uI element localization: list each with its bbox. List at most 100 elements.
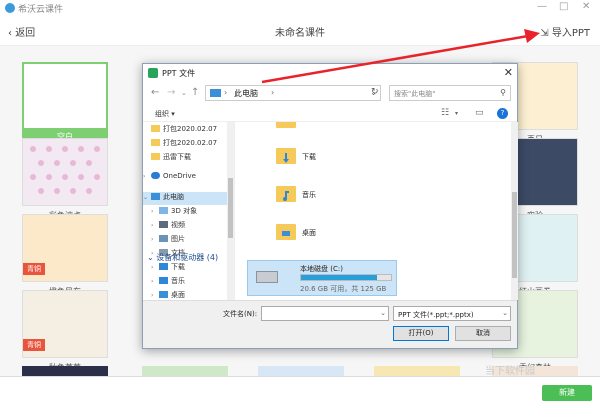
folder-item-desktop[interactable]: 桌面	[276, 220, 366, 250]
address-bar-row: ← → ⌄ ↑ › 此电脑 › ⌄ ↻ 搜索"此电脑" ⚲	[143, 84, 517, 104]
chevron-down-icon[interactable]: ▾	[455, 110, 458, 117]
refresh-icon[interactable]: ↻	[371, 87, 379, 97]
downloads-folder-icon	[276, 148, 296, 164]
nav-item[interactable]: 迅雷下载	[143, 152, 229, 165]
open-file-dialog: PPT 文件 ✕ ← → ⌄ ↑ › 此电脑 › ⌄ ↻ 搜索"此电脑" ⚲ 组…	[142, 63, 518, 349]
bottom-bar: 新建	[0, 376, 600, 407]
navigation-pane: 打包2020.02.07 打包2020.02.07 迅雷下载 › OneDrive…	[143, 122, 235, 300]
import-ppt-button[interactable]: ⇲ 导入PPT	[540, 24, 590, 39]
drive-item-c[interactable]: 本地磁盘 (C:) 20.6 GB 可用，共 125 GB	[247, 260, 397, 296]
nav-item-this-pc[interactable]: ⌄ 此电脑	[143, 192, 229, 205]
nav-item[interactable]: › 音乐	[151, 276, 234, 289]
import-label: 导入PPT	[551, 28, 590, 39]
template-thumb	[22, 62, 108, 130]
back-arrow-icon[interactable]: ←	[151, 87, 159, 98]
template-thumb-partial	[258, 366, 344, 376]
computer-icon	[210, 89, 221, 97]
filename-input[interactable]: ⌄	[261, 306, 389, 321]
search-icon: ⚲	[500, 88, 506, 97]
chevron-down-icon[interactable]: ⌄	[380, 309, 386, 317]
template-card[interactable]: 青铜 秋色芦苇	[22, 290, 108, 372]
devices-section-header[interactable]: ⌄ 设备和驱动器 (4)	[147, 252, 218, 263]
template-thumb-partial	[142, 366, 228, 376]
folder-item-downloads[interactable]: 下载	[276, 144, 366, 174]
template-card-blank[interactable]: 空白	[22, 62, 108, 144]
download-arrow-icon	[283, 153, 289, 163]
nav-scrollbar[interactable]	[227, 122, 234, 300]
polka-dot-pattern-icon	[30, 146, 100, 194]
template-card[interactable]: 青铜 橙色风车	[22, 214, 108, 296]
video-icon	[159, 221, 168, 228]
template-thumb-partial	[22, 366, 108, 376]
new-button[interactable]: 新建	[542, 385, 592, 401]
up-arrow-icon[interactable]: ↑	[191, 87, 199, 98]
folder-name: 下载	[302, 153, 316, 161]
chevron-down-icon: ⌄	[502, 309, 508, 317]
scrollbar-thumb[interactable]	[512, 192, 517, 278]
desktop-folder-icon	[276, 224, 296, 240]
dialog-title-bar: PPT 文件 ✕	[143, 64, 517, 82]
drive-usage-bar	[300, 274, 392, 281]
organize-button[interactable]: 组织 ▾	[155, 109, 175, 119]
nav-item[interactable]: › 3D 对象	[151, 206, 234, 219]
nav-item-onedrive[interactable]: › OneDrive	[143, 172, 229, 185]
nav-item[interactable]: › 桌面	[151, 290, 234, 300]
cube-icon	[159, 207, 168, 214]
filetype-select[interactable]: PPT 文件(*.ppt;*.pptx) ⌄	[393, 306, 511, 321]
nav-item[interactable]: 打包2020.02.07	[143, 124, 229, 137]
chevron-right-icon: ›	[224, 88, 228, 97]
download-icon	[159, 263, 168, 270]
folder-icon	[151, 139, 160, 146]
breadcrumb-this-pc[interactable]: 此电脑	[234, 88, 258, 99]
template-thumb-partial	[374, 366, 460, 376]
template-thumb	[22, 138, 108, 206]
help-icon[interactable]: ?	[497, 108, 508, 119]
filetype-value: PPT 文件(*.ppt;*.pptx)	[398, 311, 474, 319]
folder-icon	[151, 153, 160, 160]
title-bar: 希沃云课件 — □ ✕	[0, 0, 600, 16]
ppt-file-icon	[148, 68, 158, 78]
preview-pane-icon[interactable]: ▭	[475, 108, 484, 118]
search-input[interactable]: 搜索"此电脑" ⚲	[389, 85, 511, 101]
folder-name: 音乐	[302, 191, 316, 199]
music-note-icon	[283, 191, 289, 201]
nav-item[interactable]: › 下载	[151, 262, 234, 275]
close-icon[interactable]: ✕	[582, 1, 590, 12]
cloud-logo-icon	[5, 3, 15, 13]
folder-item-music[interactable]: 音乐	[276, 182, 366, 212]
app-title: 希沃云课件	[18, 5, 64, 15]
picture-icon	[159, 235, 168, 242]
cloud-icon	[151, 172, 160, 179]
nav-item[interactable]: › 图片	[151, 234, 234, 247]
view-options-icon[interactable]: ☷	[441, 108, 449, 118]
music-icon	[159, 277, 168, 284]
forward-arrow-icon[interactable]: →	[167, 87, 175, 98]
chevron-right-icon: ›	[271, 88, 275, 97]
filename-label: 文件名(N):	[223, 310, 258, 318]
maximize-icon[interactable]: □	[559, 1, 568, 12]
dialog-close-icon[interactable]: ✕	[504, 66, 513, 79]
cancel-button[interactable]: 取消	[455, 326, 511, 341]
nav-item[interactable]: › 视频	[151, 220, 234, 233]
scrollbar-thumb[interactable]	[228, 178, 233, 238]
dialog-title: PPT 文件	[162, 69, 196, 78]
open-button[interactable]: 打开(O)	[393, 326, 449, 341]
drive-usage-fill	[301, 275, 377, 280]
recent-dropdown-icon[interactable]: ⌄	[181, 89, 187, 97]
toolbar: 组织 ▾ ☷ ▾ ▭ ?	[143, 106, 517, 122]
template-thumb: 青铜	[22, 290, 108, 358]
music-folder-icon	[276, 186, 296, 202]
folder-icon	[276, 122, 296, 128]
import-icon: ⇲	[540, 28, 552, 39]
monitor-icon	[282, 231, 290, 236]
content-scrollbar[interactable]	[511, 122, 518, 300]
template-card[interactable]: 彩色波点	[22, 138, 108, 220]
hard-drive-icon	[256, 271, 278, 283]
dialog-footer: 文件名(N): ⌄ PPT 文件(*.ppt;*.pptx) ⌄ 打开(O) 取…	[143, 300, 517, 348]
bronze-badge: 青铜	[23, 339, 45, 351]
minimize-icon[interactable]: —	[537, 1, 547, 12]
drive-name: 本地磁盘 (C:)	[300, 265, 343, 273]
nav-item[interactable]: 打包2020.02.07	[143, 138, 229, 151]
address-path[interactable]: › 此电脑 › ⌄	[205, 85, 381, 101]
folder-item-partial[interactable]	[276, 122, 366, 138]
